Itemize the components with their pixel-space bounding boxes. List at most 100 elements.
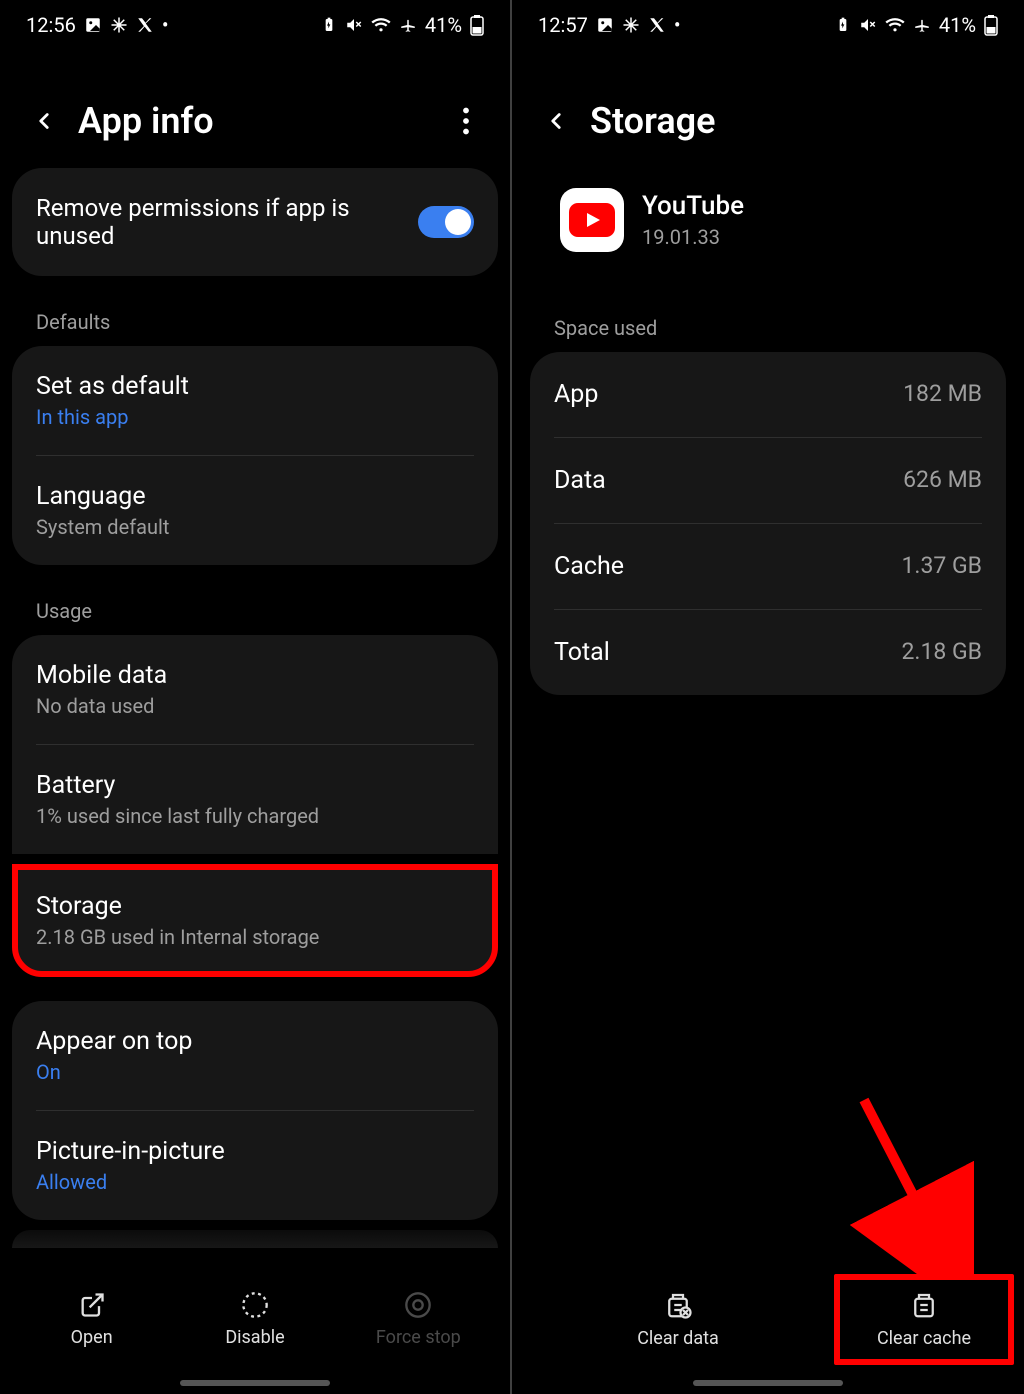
language-title: Language bbox=[36, 482, 474, 511]
app-size-label: App bbox=[554, 380, 598, 409]
storage-title: Storage bbox=[36, 892, 474, 921]
page-title: Storage bbox=[590, 100, 998, 142]
clear-cache-button[interactable]: Clear cache bbox=[840, 1280, 1008, 1359]
total-size-value: 2.18 GB bbox=[901, 638, 982, 667]
defaults-card: Set as default In this app Language Syst… bbox=[12, 346, 498, 565]
battery-percent: 41% bbox=[939, 13, 976, 37]
right-screen-storage: 12:57 • 41% bbox=[512, 0, 1024, 1394]
storage-row[interactable]: Storage 2.18 GB used in Internal storage bbox=[18, 870, 492, 971]
back-button[interactable] bbox=[26, 103, 62, 139]
force-stop-label: Force stop bbox=[376, 1327, 461, 1348]
language-row[interactable]: Language System default bbox=[12, 456, 498, 565]
bottombar-left: Open Disable Force stop bbox=[0, 1274, 510, 1394]
bottombar-right: Clear data Clear cache bbox=[512, 1274, 1024, 1394]
battery-icon bbox=[470, 14, 484, 36]
pip-row[interactable]: Picture-in-picture Allowed bbox=[12, 1111, 498, 1220]
set-as-default-sub: In this app bbox=[36, 405, 474, 429]
asterisk-icon bbox=[622, 16, 640, 34]
content-left: Remove permissions if app is unused Defa… bbox=[0, 168, 510, 1274]
usage-card: Mobile data No data used Battery 1% used… bbox=[12, 635, 498, 854]
nav-pill[interactable] bbox=[693, 1380, 843, 1386]
app-header: YouTube 19.01.33 bbox=[530, 168, 1006, 292]
next-card-peek bbox=[12, 1230, 498, 1248]
open-button[interactable]: Open bbox=[10, 1291, 173, 1348]
clear-data-button[interactable]: Clear data bbox=[522, 1290, 834, 1349]
app-name: YouTube bbox=[642, 191, 744, 221]
mobile-data-sub: No data used bbox=[36, 694, 474, 718]
space-used-label: Space used bbox=[530, 292, 1006, 352]
nav-pill[interactable] bbox=[180, 1380, 330, 1386]
set-as-default-title: Set as default bbox=[36, 372, 474, 401]
appear-on-top-title: Appear on top bbox=[36, 1027, 474, 1056]
arrow-annotation bbox=[844, 1090, 974, 1280]
set-as-default-row[interactable]: Set as default In this app bbox=[12, 346, 498, 455]
dot-icon: • bbox=[674, 13, 681, 37]
gallery-icon bbox=[596, 16, 614, 34]
pip-title: Picture-in-picture bbox=[36, 1137, 474, 1166]
dot-icon: • bbox=[162, 13, 169, 37]
youtube-icon bbox=[560, 188, 624, 252]
x-icon bbox=[136, 16, 154, 34]
app-size-value: 182 MB bbox=[903, 380, 982, 409]
remove-permissions-card: Remove permissions if app is unused bbox=[12, 168, 498, 276]
x-icon bbox=[648, 16, 666, 34]
display-card: Appear on top On Picture-in-picture Allo… bbox=[12, 1001, 498, 1220]
app-size-row: App 182 MB bbox=[530, 352, 1006, 437]
battery-title: Battery bbox=[36, 771, 474, 800]
data-size-value: 626 MB bbox=[903, 466, 982, 495]
section-defaults-label: Defaults bbox=[12, 286, 498, 346]
force-stop-button: Force stop bbox=[337, 1291, 500, 1348]
mute-icon bbox=[345, 16, 363, 34]
space-used-card: App 182 MB Data 626 MB Cache 1.37 GB Tot… bbox=[530, 352, 1006, 695]
cache-size-value: 1.37 GB bbox=[901, 552, 982, 581]
battery-row[interactable]: Battery 1% used since last fully charged bbox=[12, 745, 498, 854]
total-size-label: Total bbox=[554, 638, 610, 667]
battery-sub: 1% used since last fully charged bbox=[36, 804, 474, 828]
more-options-button[interactable] bbox=[448, 103, 484, 139]
pip-sub: Allowed bbox=[36, 1170, 474, 1194]
content-right: YouTube 19.01.33 Space used App 182 MB D… bbox=[512, 168, 1024, 721]
language-sub: System default bbox=[36, 515, 474, 539]
remove-permissions-toggle[interactable] bbox=[418, 206, 474, 238]
app-version: 19.01.33 bbox=[642, 225, 744, 249]
statusbar-right: 12:57 • 41% bbox=[512, 0, 1024, 50]
disable-label: Disable bbox=[225, 1327, 284, 1348]
mute-icon bbox=[859, 16, 877, 34]
left-screen-app-info: 12:56 • 41% bbox=[0, 0, 512, 1394]
asterisk-icon bbox=[110, 16, 128, 34]
header-left: App info bbox=[0, 50, 510, 168]
wifi-icon bbox=[885, 17, 905, 33]
remove-permissions-label: Remove permissions if app is unused bbox=[36, 194, 418, 250]
wifi-icon bbox=[371, 17, 391, 33]
status-time: 12:56 bbox=[26, 13, 76, 37]
back-button[interactable] bbox=[538, 103, 574, 139]
data-size-row: Data 626 MB bbox=[530, 438, 1006, 523]
gallery-icon bbox=[84, 16, 102, 34]
battery-icon bbox=[984, 14, 998, 36]
airplane-icon bbox=[913, 16, 931, 34]
storage-sub: 2.18 GB used in Internal storage bbox=[36, 925, 474, 949]
appear-on-top-sub: On bbox=[36, 1060, 474, 1084]
airplane-icon bbox=[399, 16, 417, 34]
open-label: Open bbox=[71, 1327, 113, 1348]
mobile-data-row[interactable]: Mobile data No data used bbox=[12, 635, 498, 744]
spacer bbox=[512, 721, 1024, 1274]
statusbar-left: 12:56 • 41% bbox=[0, 0, 510, 50]
clear-cache-label: Clear cache bbox=[877, 1328, 971, 1349]
data-size-label: Data bbox=[554, 466, 606, 495]
mobile-data-title: Mobile data bbox=[36, 661, 474, 690]
cache-size-label: Cache bbox=[554, 552, 624, 581]
clear-data-label: Clear data bbox=[637, 1328, 719, 1349]
cache-size-row: Cache 1.37 GB bbox=[530, 524, 1006, 609]
section-usage-label: Usage bbox=[12, 575, 498, 635]
battery-percent: 41% bbox=[425, 13, 462, 37]
battery-saver-icon bbox=[321, 17, 337, 33]
header-right: Storage bbox=[512, 50, 1024, 168]
status-time: 12:57 bbox=[538, 13, 588, 37]
clear-cache-highlight-annotation: Clear cache bbox=[834, 1274, 1014, 1365]
storage-highlight-annotation: Storage 2.18 GB used in Internal storage bbox=[12, 864, 498, 977]
battery-saver-icon bbox=[835, 17, 851, 33]
appear-on-top-row[interactable]: Appear on top On bbox=[12, 1001, 498, 1110]
disable-button[interactable]: Disable bbox=[173, 1291, 336, 1348]
page-title: App info bbox=[78, 100, 448, 142]
